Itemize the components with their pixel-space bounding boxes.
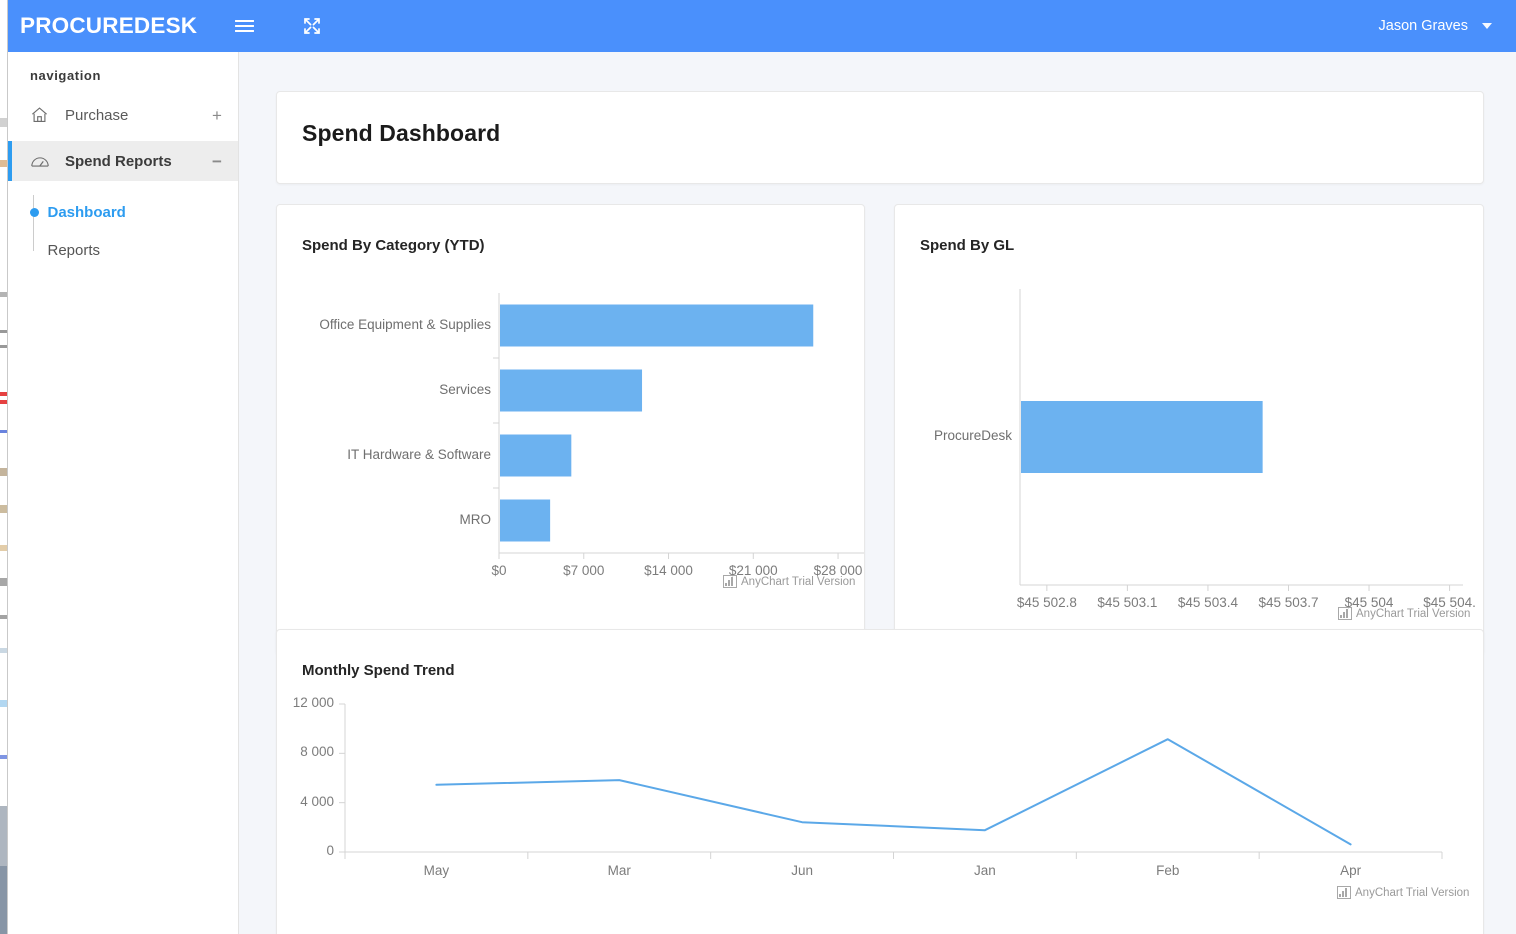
main-content: Spend Dashboard Spend By Category (YTD) … xyxy=(239,52,1516,934)
axis-tick-label: $45 503.1 xyxy=(1085,595,1169,610)
axis-tick-label: Jun xyxy=(762,863,842,878)
bar[interactable] xyxy=(500,500,550,542)
bar[interactable] xyxy=(500,305,813,347)
axis-tick-label: $45 503.7 xyxy=(1246,595,1330,610)
chart-bars-icon xyxy=(1338,607,1352,620)
category-tick-label: IT Hardware & Software xyxy=(277,447,491,462)
background-window-sliver xyxy=(0,0,8,934)
spend-by-category-card: Spend By Category (YTD) Office Equipment… xyxy=(276,204,865,655)
sidebar-item-spend-reports[interactable]: Spend Reports − xyxy=(8,141,238,181)
monthly-spend-trend-card: Monthly Spend Trend 04 0008 00012 000May… xyxy=(276,629,1484,934)
bar[interactable] xyxy=(500,370,642,412)
category-tick-label: MRO xyxy=(277,512,491,527)
chart-bars-icon xyxy=(723,575,737,588)
axis-tick-label: $45 503.4 xyxy=(1166,595,1250,610)
anychart-watermark: AnyChart Trial Version xyxy=(1338,607,1470,620)
sidebar: navigation Purchase + Spend Reports xyxy=(8,52,239,934)
category-tick-label: Office Equipment & Supplies xyxy=(277,317,491,332)
hamburger-icon[interactable] xyxy=(223,5,265,47)
axis-tick-label: 0 xyxy=(277,843,334,858)
category-tick-label: ProcureDesk xyxy=(895,428,1012,443)
spend-by-gl-card: Spend By GL ProcureDesk$45 502.8$45 503.… xyxy=(894,204,1484,655)
brand-logo[interactable]: PROCUREDESK xyxy=(20,13,197,39)
bar[interactable] xyxy=(500,435,571,477)
axis-tick-label: Jan xyxy=(945,863,1025,878)
page-title-card: Spend Dashboard xyxy=(276,91,1484,184)
anychart-watermark: AnyChart Trial Version xyxy=(723,575,855,588)
axis-tick-label: $14 000 xyxy=(641,563,697,578)
user-name: Jason Graves xyxy=(1379,18,1468,34)
chart-bars-icon xyxy=(1337,886,1351,899)
axis-tick-label: 12 000 xyxy=(277,695,334,710)
monthly-spend-trend-chart[interactable]: 0 4 000 8 000 12 000 May Mar Jun Jan Feb Apr xyxy=(277,630,1483,934)
category-tick-label: Services xyxy=(277,382,491,397)
axis-tick-label: Mar xyxy=(579,863,659,878)
axis-tick-label: May xyxy=(396,863,476,878)
page-title: Spend Dashboard xyxy=(302,120,500,147)
sidebar-item-reports[interactable]: Reports xyxy=(8,231,238,269)
trend-line[interactable] xyxy=(436,739,1350,844)
axis-tick-label: $45 502.8 xyxy=(1005,595,1089,610)
user-menu[interactable]: Jason Graves xyxy=(1379,18,1492,34)
app-root: PROCUREDESK Jason Graves naviga xyxy=(0,0,1516,934)
axis-tick-label: Apr xyxy=(1311,863,1391,878)
axis-tick-label: 8 000 xyxy=(277,744,334,759)
collapse-minus-icon[interactable]: − xyxy=(210,153,224,170)
axis-tick-label: Feb xyxy=(1128,863,1208,878)
axis-tick-label: 4 000 xyxy=(277,794,334,809)
axis-tick-label: $7 000 xyxy=(556,563,612,578)
gauge-icon xyxy=(30,154,56,169)
sidebar-item-purchase[interactable]: Purchase + xyxy=(8,95,238,135)
navigation-label: navigation xyxy=(8,52,238,83)
watermark-text: AnyChart Trial Version xyxy=(1356,608,1470,620)
bar[interactable] xyxy=(1021,401,1263,473)
watermark-text: AnyChart Trial Version xyxy=(741,576,855,588)
fullscreen-expand-icon[interactable] xyxy=(291,5,333,47)
active-dot-icon xyxy=(30,208,39,217)
home-icon xyxy=(30,106,56,124)
sidebar-item-purchase-label: Purchase xyxy=(65,107,210,124)
anychart-watermark: AnyChart Trial Version xyxy=(1337,886,1469,899)
sidebar-item-spend-reports-label: Spend Reports xyxy=(65,153,210,170)
expand-plus-icon[interactable]: + xyxy=(210,107,224,124)
axis-tick-label: $0 xyxy=(471,563,527,578)
sidebar-subnav: Dashboard Reports xyxy=(8,181,238,269)
watermark-text: AnyChart Trial Version xyxy=(1355,887,1469,899)
sidebar-item-dashboard-label: Dashboard xyxy=(48,204,126,221)
sidebar-item-reports-label: Reports xyxy=(48,242,101,259)
sidebar-item-dashboard[interactable]: Dashboard xyxy=(8,193,238,231)
spend-by-gl-chart[interactable]: ProcureDesk $45 502.8$45 503.1$45 503.4$4… xyxy=(895,205,1483,654)
top-bar: PROCUREDESK Jason Graves xyxy=(8,0,1516,52)
chevron-down-icon xyxy=(1482,23,1492,29)
